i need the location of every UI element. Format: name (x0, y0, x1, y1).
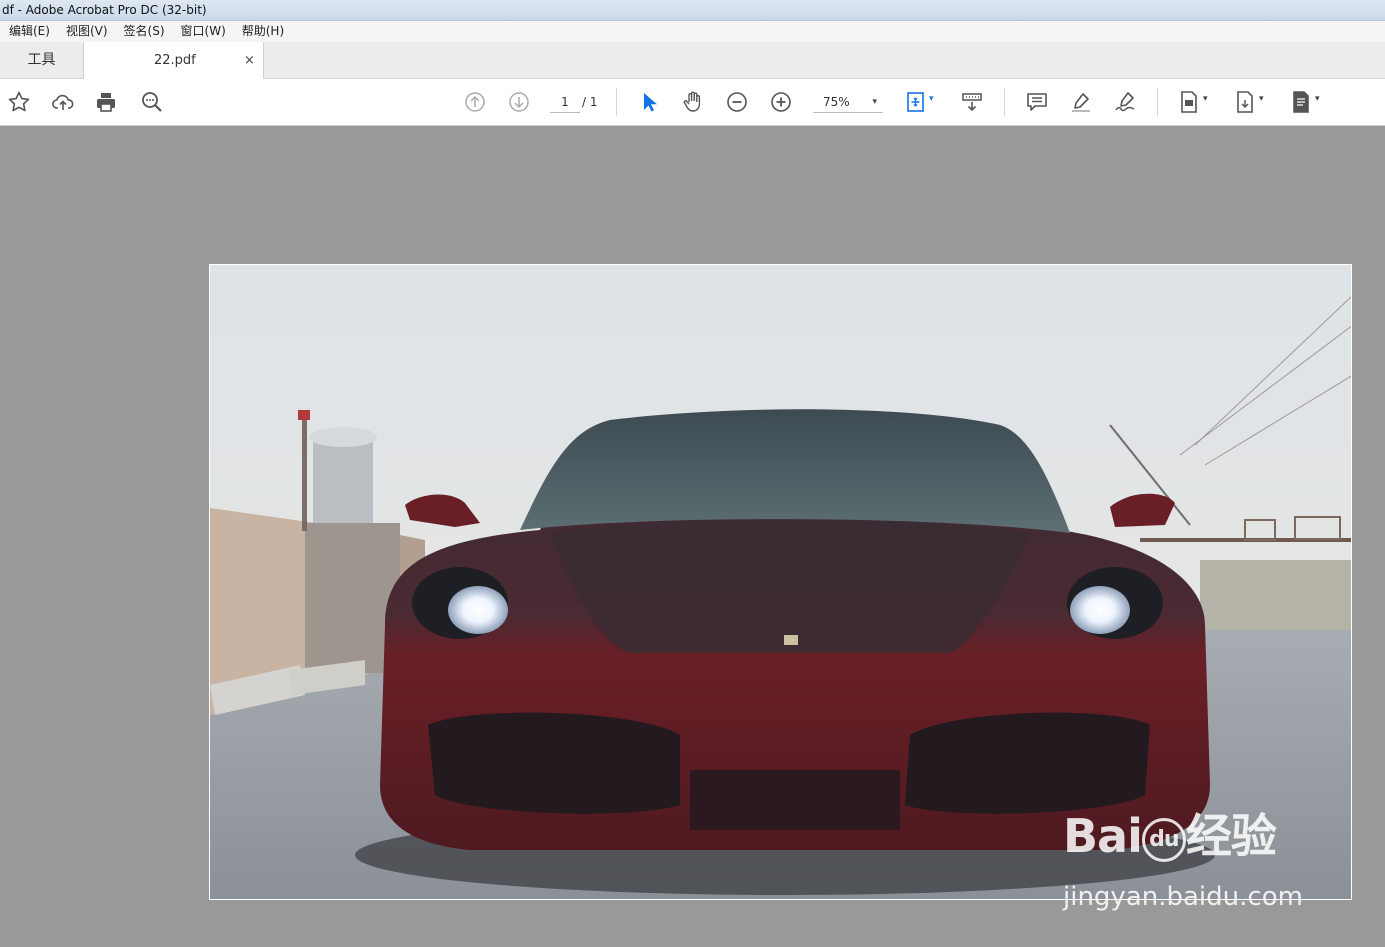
star-icon[interactable] (4, 87, 34, 117)
export-file-icon[interactable] (1230, 87, 1260, 117)
toolbar-divider (1157, 88, 1158, 116)
page-down-icon[interactable] (504, 87, 534, 117)
watermark-url: jingyan.baidu.com (1063, 882, 1303, 912)
toolbar-divider (1004, 88, 1005, 116)
menu-window[interactable]: 窗口(W) (172, 21, 233, 41)
chevron-down-icon: ▾ (872, 97, 877, 107)
zoom-level-value: 75% (823, 95, 850, 109)
baidu-watermark: Bai du 经验 jingyan.baidu.com (1063, 800, 1323, 920)
save-file-icon[interactable] (1174, 87, 1204, 117)
tab-document[interactable]: 22.pdf × (84, 42, 264, 80)
watermark-brand: Bai du 经验 (1063, 809, 1277, 863)
fit-page-icon[interactable] (901, 87, 931, 117)
more-file-dropdown-icon[interactable]: ▾ (1315, 94, 1320, 104)
main-toolbar: 1 / 1 75% ▾ ▾ ▾ ▾ ▾ (0, 79, 1385, 126)
menu-help[interactable]: 帮助(H) (233, 21, 291, 41)
page-number-input[interactable]: 1 (550, 91, 580, 113)
hand-icon[interactable] (678, 87, 708, 117)
menu-bar: 编辑(E) 视图(V) 签名(S) 窗口(W) 帮助(H) (0, 21, 1385, 42)
print-icon[interactable] (91, 87, 121, 117)
toolbar-divider (616, 88, 617, 116)
highlight-icon[interactable] (1066, 87, 1096, 117)
fit-page-dropdown-icon[interactable]: ▾ (929, 94, 934, 104)
comment-icon[interactable] (1022, 87, 1052, 117)
sign-icon[interactable] (1110, 87, 1140, 117)
window-title: df - Adobe Acrobat Pro DC (32-bit) (2, 3, 207, 17)
tab-bar: 工具 22.pdf × (0, 42, 1385, 80)
tab-tools[interactable]: 工具 (0, 42, 84, 79)
zoom-out-icon[interactable] (722, 87, 752, 117)
page-up-icon[interactable] (460, 87, 490, 117)
menu-edit[interactable]: 编辑(E) (0, 21, 57, 41)
close-tab-icon[interactable]: × (244, 42, 255, 79)
menu-sign[interactable]: 签名(S) (115, 21, 172, 41)
scroll-mode-icon[interactable] (957, 87, 987, 117)
search-icon[interactable] (137, 87, 167, 117)
page-total: / 1 (582, 95, 598, 109)
more-file-icon[interactable] (1286, 87, 1316, 117)
zoom-level-select[interactable]: 75% ▾ (813, 91, 883, 113)
export-file-dropdown-icon[interactable]: ▾ (1259, 94, 1264, 104)
select-arrow-icon[interactable] (634, 87, 664, 117)
tab-document-label: 22.pdf (154, 53, 196, 68)
window-title-bar: df - Adobe Acrobat Pro DC (32-bit) (0, 0, 1385, 21)
save-file-dropdown-icon[interactable]: ▾ (1203, 94, 1208, 104)
cloud-upload-icon[interactable] (48, 87, 78, 117)
zoom-in-icon[interactable] (766, 87, 796, 117)
baidu-paw-icon: du (1141, 817, 1186, 862)
menu-view[interactable]: 视图(V) (57, 21, 115, 41)
